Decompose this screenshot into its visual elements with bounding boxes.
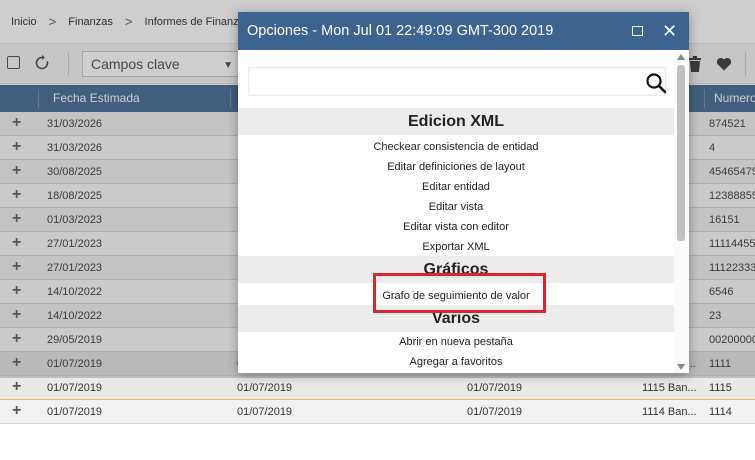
table-cell: 1115 Ban...: [642, 382, 697, 394]
search-icon[interactable]: [645, 72, 667, 94]
table-cell: 01/07/2019: [237, 382, 293, 394]
options-dialog: Opciones - Mon Jul 01 22:49:09 GMT-300 2…: [238, 12, 689, 373]
expand-row-icon[interactable]: +: [12, 378, 21, 396]
expand-row-icon[interactable]: +: [12, 402, 21, 420]
menu-item[interactable]: Editar vista: [238, 197, 674, 217]
table-cell: 1115: [709, 382, 732, 394]
menu-item[interactable]: Editar entidad: [238, 177, 674, 197]
menu-item[interactable]: Editar vista con editor: [238, 217, 674, 237]
menu-section-title: Edicion XML: [238, 108, 674, 135]
table-cell: 01/07/2019: [47, 382, 103, 394]
scroll-up-icon[interactable]: [677, 54, 685, 60]
table-cell: 01/07/2019: [237, 406, 293, 418]
menu-item[interactable]: Exportar XML: [238, 237, 674, 257]
table-row[interactable]: +01/07/2019 01/07/2019 01/07/2019 1114 Ban.…: [0, 400, 755, 424]
scrollbar-thumb[interactable]: [677, 65, 685, 241]
table-cell: 01/07/2019: [47, 406, 103, 418]
menu-item[interactable]: Agregar a favoritos: [238, 352, 674, 372]
dialog-scrollbar[interactable]: [674, 52, 689, 373]
scroll-down-icon[interactable]: [677, 364, 685, 370]
table-cell: 1114: [709, 406, 732, 418]
highlight-box: [373, 273, 546, 313]
close-icon[interactable]: ✕: [662, 20, 677, 42]
table-cell: 1114 Ban...: [642, 406, 697, 418]
table-row[interactable]: +01/07/2019 01/07/2019 01/07/2019 1115 Ban.…: [0, 376, 755, 400]
dialog-header: Opciones - Mon Jul 01 22:49:09 GMT-300 2…: [238, 12, 689, 50]
dialog-title: Opciones - Mon Jul 01 22:49:09 GMT-300 2…: [247, 23, 554, 39]
maximize-icon[interactable]: [632, 26, 643, 36]
menu-item[interactable]: Editar definiciones de layout: [238, 157, 674, 177]
table-cell: 01/07/2019: [467, 382, 523, 394]
menu-item[interactable]: Abrir en nueva pestaña: [238, 332, 674, 352]
menu-item[interactable]: Checkear consistencia de entidad: [238, 137, 674, 157]
search-input[interactable]: [248, 67, 667, 96]
table-cell: 01/07/2019: [467, 406, 523, 418]
